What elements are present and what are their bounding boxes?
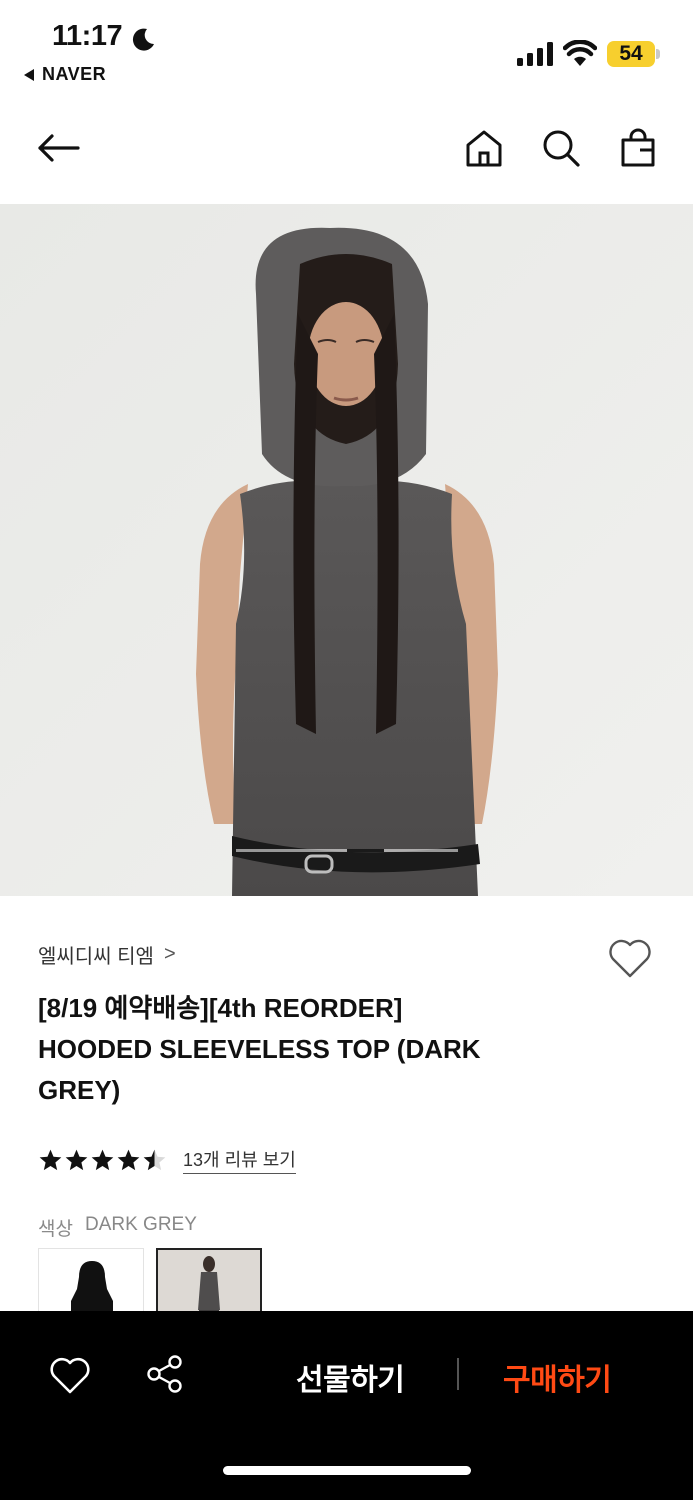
home-button[interactable]: [460, 124, 508, 172]
star-full-icon: [39, 1149, 62, 1170]
wishlist-heart-icon[interactable]: [48, 1355, 92, 1395]
star-full-icon: [65, 1149, 88, 1170]
battery-level: 54: [607, 41, 655, 67]
product-title-line: [8/19 예약배송][4th REORDER]: [38, 993, 403, 1023]
back-button[interactable]: [34, 124, 82, 172]
star-half-icon: [143, 1149, 166, 1170]
color-label: 색상: [38, 1219, 73, 1240]
product-title-line: GREY): [38, 1075, 121, 1105]
top-navigation: [0, 100, 693, 204]
brand-name: 엘씨디씨 티엠: [38, 946, 154, 968]
shopping-bag-icon: [621, 128, 655, 167]
wifi-icon: [563, 40, 597, 66]
moon-icon: [132, 28, 154, 51]
status-time: 11:17: [52, 20, 123, 52]
back-app-label: NAVER: [42, 64, 107, 84]
brand-link[interactable]: 엘씨디씨 티엠 >: [38, 940, 176, 969]
share-icon[interactable]: [144, 1353, 186, 1395]
buy-button[interactable]: 구매하기: [503, 1355, 612, 1399]
back-arrow-icon: [38, 134, 80, 162]
carousel-pager-active: [347, 849, 384, 852]
home-indicator[interactable]: [223, 1466, 471, 1475]
cellular-signal-icon: [517, 42, 553, 66]
gift-button[interactable]: 선물하기: [296, 1355, 405, 1399]
product-title: [8/19 예약배송][4th REORDER] HOODED SLEEVELE…: [38, 988, 658, 1111]
search-button[interactable]: [537, 124, 585, 172]
review-link[interactable]: 13개 리뷰 보기: [183, 1146, 296, 1174]
back-to-app-link[interactable]: NAVER: [24, 64, 106, 85]
color-value: DARK GREY: [84, 1214, 197, 1235]
home-icon: [466, 130, 502, 167]
battery-tip: [656, 49, 660, 59]
star-rating: [38, 1148, 167, 1173]
cart-button[interactable]: [614, 124, 662, 172]
search-icon: [543, 130, 580, 167]
bottom-action-bar: 선물하기 구매하기: [0, 1311, 693, 1500]
product-title-line: HOODED SLEEVELESS TOP (DARK: [38, 1034, 481, 1064]
product-image-carousel[interactable]: [0, 204, 693, 896]
divider: [457, 1358, 459, 1390]
product-photo: [0, 204, 693, 896]
wishlist-heart-icon[interactable]: [606, 936, 654, 980]
star-full-icon: [91, 1149, 114, 1170]
rating-row: 13개 리뷰 보기: [38, 1146, 296, 1174]
carousel-pager: [236, 849, 458, 852]
chevron-right-icon: >: [163, 943, 176, 965]
back-triangle-icon: [24, 68, 34, 81]
status-bar: 11:17 NAVER 54: [0, 0, 693, 100]
color-row: 색상 DARK GREY: [38, 1214, 197, 1241]
star-full-icon: [117, 1149, 140, 1170]
